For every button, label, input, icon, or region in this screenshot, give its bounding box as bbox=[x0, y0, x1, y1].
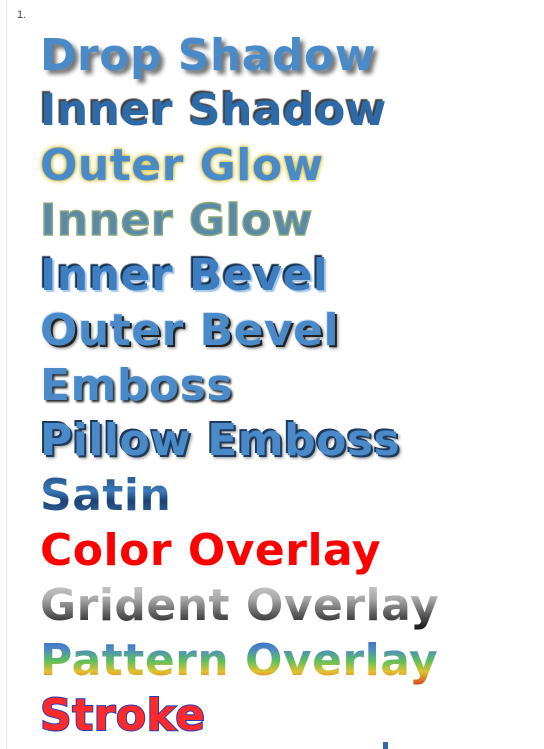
left-divider bbox=[6, 0, 7, 749]
effect-inner-shadow: Inner Shadow bbox=[40, 85, 387, 136]
effect-emboss: Emboss bbox=[40, 360, 234, 411]
page: 1. Drop Shadow Inner Shadow Outer Glow I… bbox=[0, 0, 544, 749]
effect-inner-bevel: Inner Bevel bbox=[40, 250, 329, 301]
effect-pillow-emboss: Pillow Emboss bbox=[40, 415, 401, 466]
effect-pattern-overlay: Pattern Overlay bbox=[40, 635, 439, 686]
effect-inner-glow: Inner Glow bbox=[39, 195, 313, 246]
effect-drop-shadow: Drop Shadow bbox=[40, 30, 376, 81]
list-marker: 1. bbox=[17, 9, 27, 21]
effect-satin: Satin bbox=[40, 470, 172, 521]
effect-color-overlay: Color Overlay bbox=[40, 525, 382, 576]
effect-stroke: Stroke bbox=[39, 690, 206, 741]
effect-outer-bevel: Outer Bevel bbox=[40, 305, 340, 356]
effect-gradient-overlay: Grident Overlay bbox=[40, 580, 440, 631]
partial-next-item-mark bbox=[383, 742, 388, 749]
effect-outer-glow: Outer Glow bbox=[40, 140, 324, 191]
